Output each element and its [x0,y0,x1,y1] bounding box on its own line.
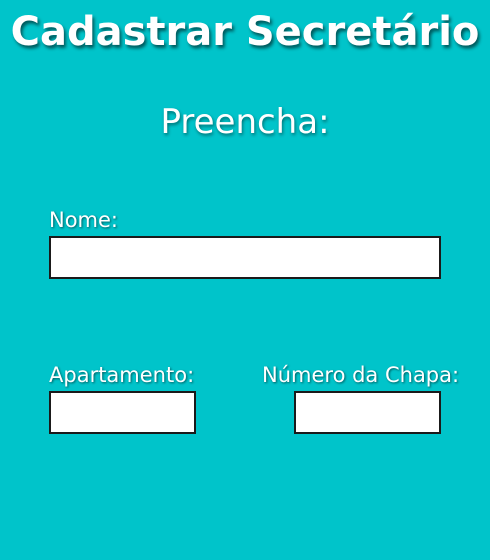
apartamento-label: Apartamento: [49,363,195,387]
nome-input[interactable] [49,236,441,279]
apartamento-input[interactable] [49,391,196,434]
form-instruction: Preencha: [160,102,330,142]
numero-chapa-input[interactable] [294,391,441,434]
nome-label: Nome: [49,208,119,232]
numero-chapa-label: Número da Chapa: [262,363,460,387]
page-title: Cadastrar Secretário [10,9,480,55]
